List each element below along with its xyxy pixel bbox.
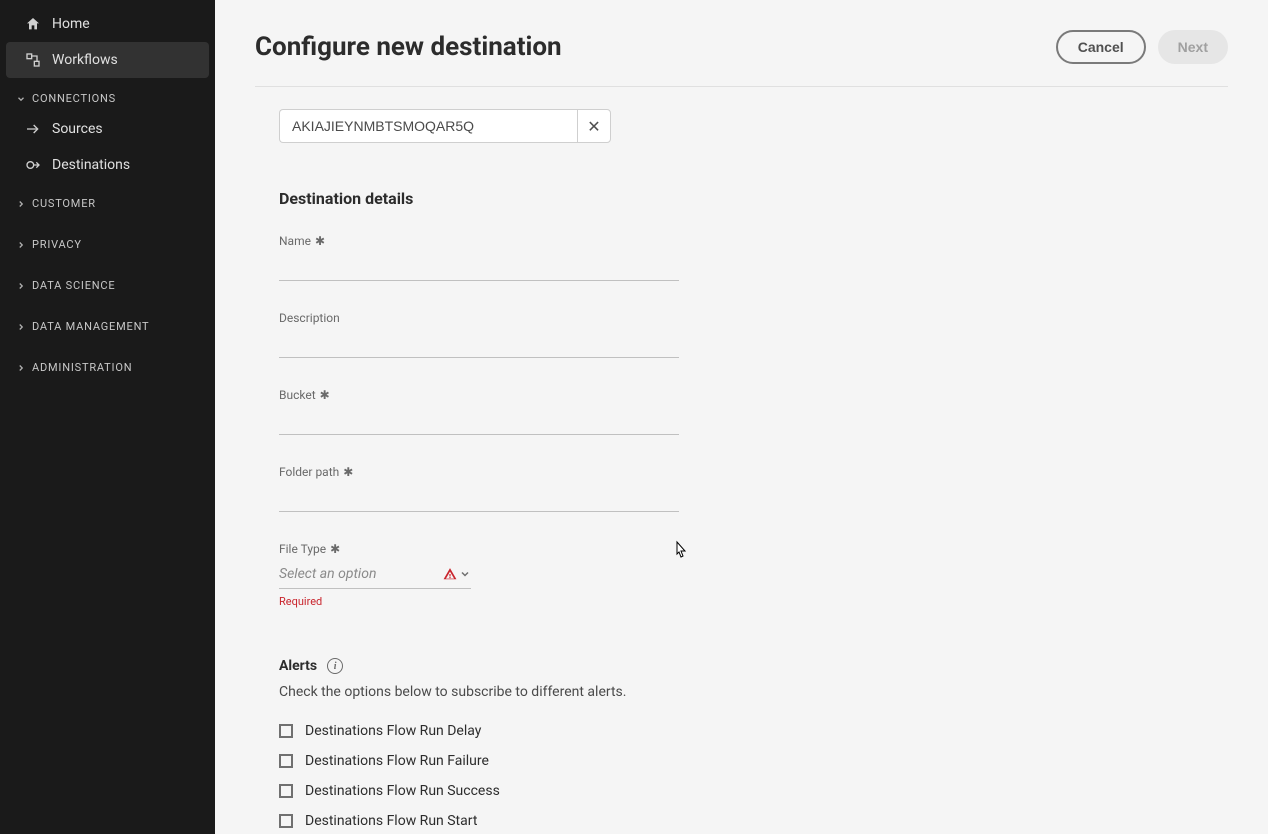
workflows-icon [24,51,42,69]
nav-destinations[interactable]: Destinations [0,147,215,183]
checkbox-icon[interactable] [279,724,293,738]
field-folder-label: Folder path ✱ [279,465,679,479]
chevron-right-icon [16,240,26,250]
field-name: Name ✱ [279,234,679,281]
header-actions: Cancel Next [1056,30,1228,64]
bucket-input[interactable] [279,402,679,435]
required-asterisk-icon: ✱ [330,542,340,556]
filetype-error: Required [279,595,471,608]
chevron-down-icon [16,94,26,104]
required-asterisk-icon: ✱ [315,234,325,248]
chevron-right-icon [16,281,26,291]
nav-section-connections-label: CONNECTIONS [32,92,116,105]
nav-section-data-management-label: DATA MANAGEMENT [32,320,149,333]
field-bucket-label: Bucket ✱ [279,388,679,402]
nav-destinations-label: Destinations [52,157,130,173]
cancel-button[interactable]: Cancel [1056,30,1146,64]
alert-option-start[interactable]: Destinations Flow Run Start [279,806,1228,834]
chevron-right-icon [16,199,26,209]
nav-section-data-management[interactable]: DATA MANAGEMENT [0,306,215,339]
description-input[interactable] [279,325,679,358]
field-bucket-label-text: Bucket [279,388,316,402]
alert-option-success[interactable]: Destinations Flow Run Success [279,776,1228,806]
nav-sources[interactable]: Sources [0,111,215,147]
main-content: Configure new destination Cancel Next ✕ … [215,0,1268,834]
checkbox-icon[interactable] [279,814,293,828]
nav-section-data-science-label: DATA SCIENCE [32,279,115,292]
nav-section-administration-label: ADMINISTRATION [32,361,132,374]
destinations-icon [24,156,42,174]
filetype-select[interactable]: Select an option [279,556,471,589]
field-name-label-text: Name [279,234,311,248]
alerts-description: Check the options below to subscribe to … [279,684,1228,700]
alert-option-failure[interactable]: Destinations Flow Run Failure [279,746,1228,776]
field-filetype-label: File Type ✱ [279,542,471,556]
checkbox-icon[interactable] [279,754,293,768]
folder-path-input[interactable] [279,479,679,512]
info-icon[interactable]: i [327,658,343,674]
nav-section-customer-label: CUSTOMER [32,197,96,210]
alerts-heading-text: Alerts [279,658,317,674]
access-key-row: ✕ [279,109,1228,143]
nav-workflows[interactable]: Workflows [6,42,209,78]
chevron-right-icon [16,363,26,373]
name-input[interactable] [279,248,679,281]
page-header: Configure new destination Cancel Next [255,30,1228,87]
filetype-indicator-group [443,567,471,581]
alert-option-label: Destinations Flow Run Delay [305,723,481,739]
chevron-down-icon [459,568,471,580]
nav-home[interactable]: Home [0,6,215,42]
alert-triangle-icon [443,567,457,581]
required-asterisk-icon: ✱ [320,388,330,402]
chevron-right-icon [16,322,26,332]
nav-workflows-label: Workflows [52,52,118,68]
next-button: Next [1158,30,1228,64]
access-key-input[interactable] [279,109,577,143]
field-description: Description [279,311,679,358]
cursor-pointer-icon [671,540,689,562]
nav-sources-label: Sources [52,121,103,137]
checkbox-icon[interactable] [279,784,293,798]
page-title: Configure new destination [255,32,562,62]
nav-section-privacy-label: PRIVACY [32,238,82,251]
field-bucket: Bucket ✱ [279,388,679,435]
home-icon [24,15,42,33]
clear-access-key-button[interactable]: ✕ [577,109,611,143]
required-asterisk-icon: ✱ [343,465,353,479]
alert-option-label: Destinations Flow Run Start [305,813,477,829]
field-folder-path: Folder path ✱ [279,465,679,512]
nav-section-administration[interactable]: ADMINISTRATION [0,347,215,380]
nav-section-privacy[interactable]: PRIVACY [0,224,215,257]
sources-icon [24,120,42,138]
destination-details-heading: Destination details [279,189,1228,208]
field-description-label: Description [279,311,679,325]
field-filetype-label-text: File Type [279,542,326,556]
alerts-heading: Alerts i [279,658,1228,674]
close-icon: ✕ [587,117,600,136]
field-name-label: Name ✱ [279,234,679,248]
alert-option-label: Destinations Flow Run Success [305,783,500,799]
nav-section-customer[interactable]: CUSTOMER [0,183,215,216]
filetype-placeholder: Select an option [279,566,376,582]
field-file-type: File Type ✱ Select an option Required [279,542,471,608]
nav-section-data-science[interactable]: DATA SCIENCE [0,265,215,298]
nav-home-label: Home [52,16,90,32]
alert-option-label: Destinations Flow Run Failure [305,753,489,769]
sidebar: Home Workflows CONNECTIONS Sources Desti… [0,0,215,834]
nav-section-connections[interactable]: CONNECTIONS [0,78,215,111]
alert-option-delay[interactable]: Destinations Flow Run Delay [279,716,1228,746]
field-folder-label-text: Folder path [279,465,339,479]
